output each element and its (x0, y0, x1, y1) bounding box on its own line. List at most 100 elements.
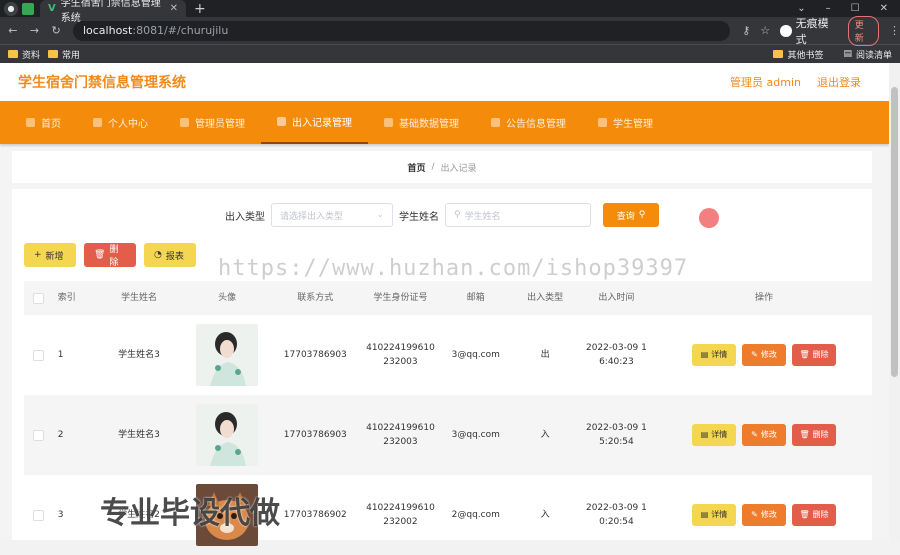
add-button[interactable]: + 新增 (24, 243, 76, 267)
menu-item-home[interactable]: 首页 (10, 101, 77, 144)
cell-phone: 17703786903 (283, 430, 347, 440)
cell-idcard: 410224199610 232003 (363, 341, 438, 369)
type-filter-label: 出入类型 (225, 211, 265, 223)
more-icon[interactable]: ⋮ (889, 24, 900, 37)
scrollbar-thumb[interactable] (891, 87, 898, 377)
search-icon: ⚲ (638, 210, 646, 220)
incognito-indicator[interactable]: 无痕模式 (780, 15, 838, 47)
maximize-icon[interactable]: ☐ (851, 3, 860, 14)
promo-overlay-text: 专业毕设代做 (100, 496, 280, 531)
trash-icon: 🗑 (799, 350, 810, 359)
delete-button[interactable]: 🗑 删除 (792, 504, 837, 526)
trash-icon: 🗑 (799, 510, 810, 519)
logout-link[interactable]: 退出登录 (817, 74, 861, 90)
new-tab-icon[interactable]: + (194, 1, 206, 17)
delete-button[interactable]: 🗑 删除 (792, 424, 837, 446)
add-label: 新增 (45, 251, 64, 262)
vue-logo-icon: V (48, 3, 56, 14)
table-header: 索引 学生姓名 头像 联系方式 学生身份证号 邮箱 出入类型 出入时间 操作 (24, 281, 872, 315)
record-icon (277, 117, 286, 126)
menu-label: 基础数据管理 (399, 119, 459, 130)
cell-time: 2022-03-09 1 0:20:54 (577, 501, 656, 529)
reload-icon[interactable]: ↻ (47, 24, 65, 37)
admin-icon (180, 118, 189, 127)
breadcrumb-home[interactable]: 首页 (407, 161, 425, 174)
bookmark-folder[interactable]: 常用 (48, 48, 80, 61)
col-phone: 联系方式 (297, 293, 334, 303)
tab-search-icon[interactable]: ⌄ (797, 3, 805, 14)
col-actions: 操作 (755, 293, 774, 303)
menu-item-profile[interactable]: 个人中心 (77, 101, 164, 144)
pencil-icon: ✎ (751, 350, 758, 359)
row-checkbox[interactable] (33, 349, 45, 361)
menu-item-students[interactable]: 学生管理 (582, 101, 669, 144)
time-part: 2022-03-09 1 (585, 343, 647, 353)
bulk-delete-button[interactable]: 🗑 删除 (84, 243, 136, 268)
menu-item-admins[interactable]: 管理员管理 (164, 101, 261, 144)
breadcrumb-current: 出入记录 (440, 163, 477, 174)
browser-toolbar: ← → ↻ localhost:8081/#/churujilu ⚷ ☆ 无痕模… (0, 15, 900, 47)
update-button[interactable]: 更新 (847, 15, 880, 46)
url-host: localhost (82, 24, 133, 37)
pinned-tab-icon[interactable] (22, 2, 34, 15)
edit-button[interactable]: ✎ 修改 (742, 504, 787, 526)
browser-menu-icon[interactable]: ● (4, 1, 18, 16)
forward-icon[interactable]: → (26, 24, 44, 37)
user-icon (93, 118, 102, 127)
address-bar[interactable]: localhost:8081/#/churujilu (72, 20, 731, 41)
edit-button[interactable]: ✎ 修改 (742, 424, 787, 446)
query-button[interactable]: 查询 ⚲ (603, 203, 659, 227)
idcard-part: 232003 (383, 357, 418, 367)
minimize-icon[interactable]: – (826, 3, 831, 14)
name-filter-label: 学生姓名 (399, 211, 439, 223)
menu-label: 首页 (41, 119, 61, 130)
menu-item-notices[interactable]: 公告信息管理 (475, 101, 582, 144)
detail-label: 详情 (711, 350, 728, 359)
doc-icon: ▤ (700, 510, 709, 519)
menu-item-records[interactable]: 出入记录管理 (261, 101, 368, 144)
cell-idcard: 410224199610 232002 (363, 501, 438, 529)
bookmark-folder[interactable]: 资料 (8, 48, 40, 61)
table-row: 2 学生姓名3 17703786903 410224199610 232003 3… (24, 395, 872, 475)
delete-button[interactable]: 🗑 删除 (792, 344, 837, 366)
browser-tab[interactable]: V 学生宿舍门禁信息管理系统 ✕ (40, 0, 186, 24)
table-row: 1 学生姓名3 17703786903 410224199610 232003 3… (24, 315, 872, 395)
key-icon[interactable]: ⚷ (742, 24, 750, 37)
close-window-icon[interactable]: ✕ (880, 3, 888, 14)
notice-icon (491, 118, 500, 127)
reading-list-icon: ▤ (843, 49, 852, 59)
detail-button[interactable]: ▤ 详情 (692, 424, 737, 446)
edit-button[interactable]: ✎ 修改 (742, 344, 787, 366)
app-title: 学生宿舍门禁信息管理系统 (18, 74, 186, 90)
select-all-checkbox[interactable] (33, 292, 45, 304)
col-type: 出入类型 (527, 293, 564, 303)
type-filter-select[interactable]: 请选择出入类型 ⌄ (271, 203, 393, 227)
menu-item-basedata[interactable]: 基础数据管理 (368, 101, 475, 144)
other-bookmarks[interactable]: 其他书签 (773, 48, 823, 61)
back-icon[interactable]: ← (4, 24, 22, 37)
detail-button[interactable]: ▤ 详情 (692, 344, 737, 366)
cell-phone: 17703786903 (283, 350, 347, 360)
avatar (196, 404, 259, 466)
col-avatar: 头像 (218, 293, 237, 303)
menu-label: 个人中心 (108, 119, 148, 130)
close-tab-icon[interactable]: ✕ (170, 3, 178, 14)
name-search-placeholder: 学生姓名 (464, 211, 501, 222)
folder-icon (773, 50, 784, 58)
idcard-part: 410224199610 (366, 423, 435, 433)
plus-icon: + (34, 250, 42, 260)
detail-button[interactable]: ▤ 详情 (692, 504, 737, 526)
row-checkbox[interactable] (33, 509, 45, 521)
home-icon (26, 118, 35, 127)
cell-email: 3@qq.com (451, 350, 500, 360)
folder-icon (8, 50, 18, 58)
page-scrollbar[interactable] (889, 63, 900, 540)
cell-type: 入 (540, 510, 550, 520)
row-checkbox[interactable] (33, 429, 45, 441)
cell-type: 出 (540, 350, 550, 360)
reading-list[interactable]: ▤ 阅读清单 (843, 48, 892, 61)
report-button[interactable]: ◔ 报表 (144, 243, 196, 267)
pencil-icon: ✎ (751, 430, 758, 439)
star-icon[interactable]: ☆ (760, 24, 770, 37)
name-search-input[interactable]: ⚲ 学生姓名 (445, 203, 591, 227)
